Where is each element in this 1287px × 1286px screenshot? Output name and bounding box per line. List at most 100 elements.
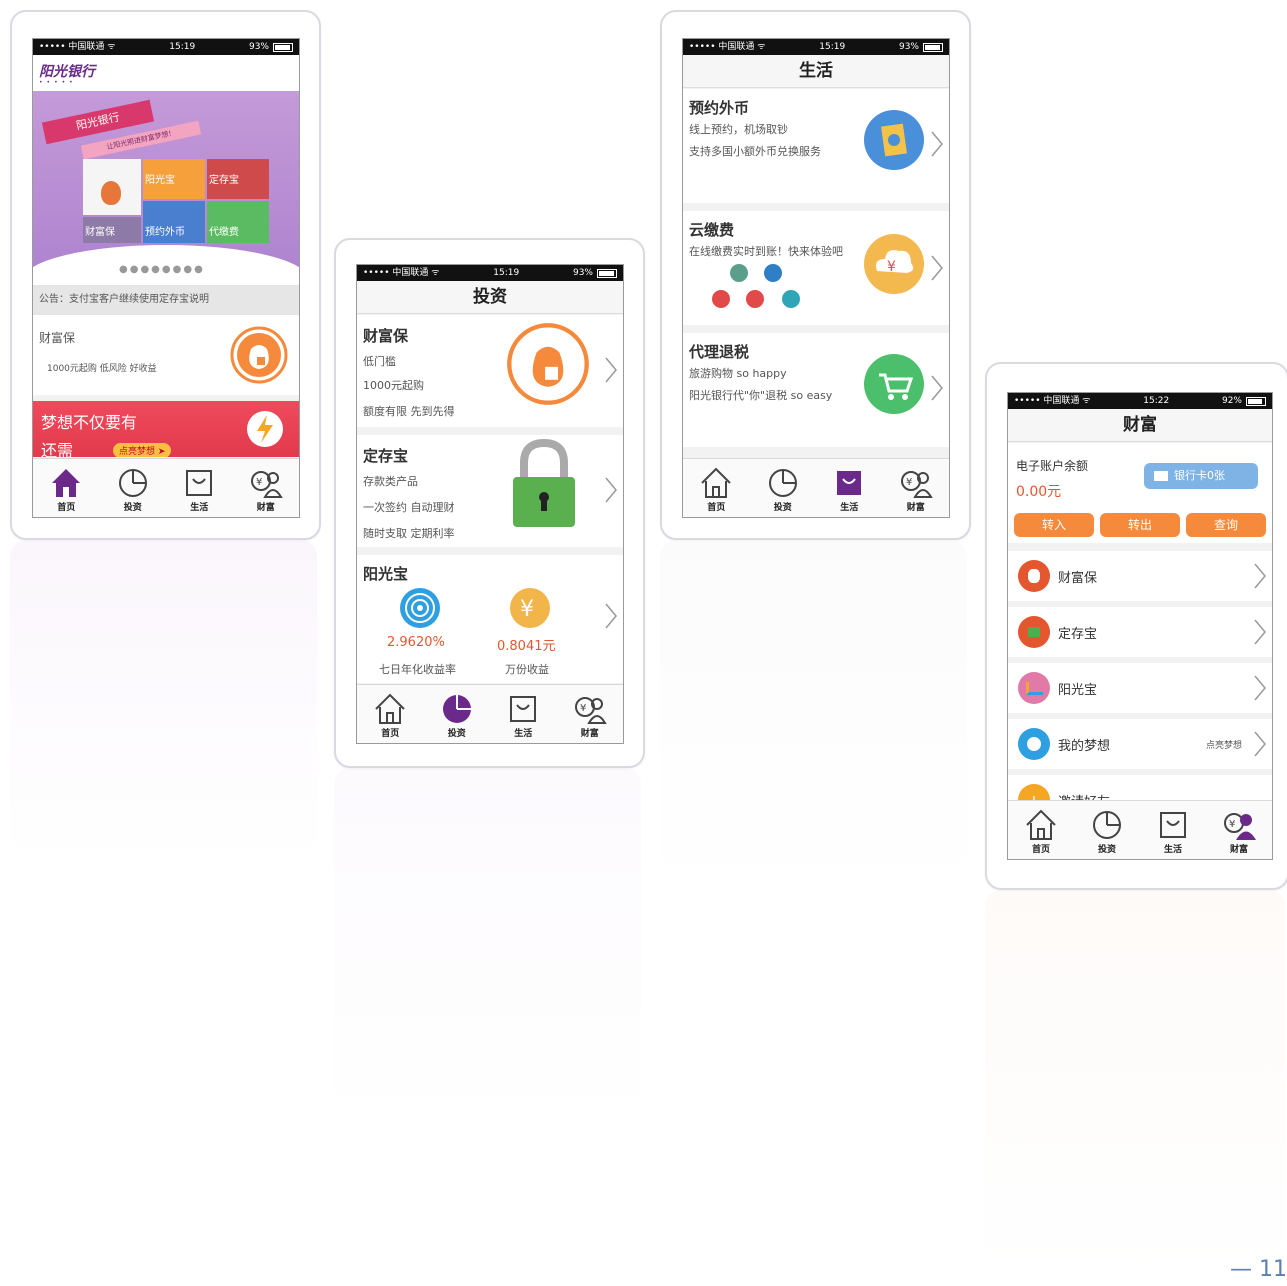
card-title: 定存宝 bbox=[363, 447, 409, 465]
svg-text:¥: ¥ bbox=[580, 703, 586, 714]
wealth-row-fortune[interactable]: 财富保 bbox=[1008, 551, 1272, 601]
tab-wealth[interactable]: ¥ 财富 bbox=[233, 459, 300, 517]
dream-text-2: 还需 bbox=[41, 441, 74, 457]
tab-label: 投资 bbox=[773, 503, 792, 513]
banner-page-dots[interactable]: ●●●●●●●● bbox=[119, 264, 205, 275]
page-title: 财富 bbox=[1008, 409, 1272, 442]
chevron-right-icon[interactable] bbox=[605, 357, 617, 383]
home-icon bbox=[52, 469, 81, 497]
dream-button[interactable]: 点亮梦想 ➤ bbox=[113, 443, 172, 457]
shopping-bag-icon bbox=[1160, 812, 1186, 838]
page-title: 生活 bbox=[683, 55, 949, 88]
tab-label: 投资 bbox=[1097, 845, 1116, 855]
tab-life[interactable]: 生活 bbox=[1140, 801, 1206, 859]
shopping-bag-icon bbox=[837, 471, 862, 495]
home-banner[interactable]: 阳光银行 让阳光照进财富梦想！ 阳光宝 定存宝 财富保 预约外币 代缴费 ●●●… bbox=[33, 91, 299, 285]
product-title: 财富保 bbox=[39, 331, 76, 345]
card-title: 阳光宝 bbox=[363, 565, 409, 583]
tab-life[interactable]: 生活 bbox=[490, 685, 557, 743]
chevron-right-icon[interactable] bbox=[931, 255, 943, 281]
tab-label: 首页 bbox=[707, 503, 726, 513]
home-screen: ••••• 中国联通 ᯤ 15:19 93% 阳光银行 ••••• 阳光银行 让… bbox=[32, 38, 300, 518]
wealth-row-dream[interactable]: 我的梦想 点亮梦想 bbox=[1008, 719, 1272, 769]
pie-chart-icon bbox=[118, 469, 147, 497]
tile-orange: 阳光宝 bbox=[143, 159, 205, 199]
home-icon bbox=[1026, 809, 1056, 840]
tab-invest[interactable]: 投资 bbox=[424, 685, 491, 743]
card-line: 低门槛 bbox=[363, 355, 396, 368]
tile-green: 代缴费 bbox=[207, 201, 269, 243]
rate-label: 七日年化收益率 bbox=[379, 663, 456, 676]
home-icon bbox=[375, 693, 405, 724]
product-card[interactable]: 财富保 1000元起购 低风险 好收益 bbox=[33, 315, 299, 395]
svg-text:¥: ¥ bbox=[520, 597, 534, 622]
tab-wealth[interactable]: ¥ 财富 bbox=[557, 685, 624, 743]
life-card-tax-refund[interactable]: 代理退税 旅游购物 so happy 阳光银行代"你"退税 so easy bbox=[683, 333, 949, 447]
phone-life: ••••• 中国联通 ᯤ 15:19 93% 生活 预约外币 线上预约，机场取钞… bbox=[660, 10, 971, 540]
time-label: 15:22 bbox=[1143, 396, 1170, 406]
earn-value: 0.8041元 bbox=[497, 639, 556, 654]
bank-card-label: 银行卡0张 bbox=[1174, 469, 1225, 482]
tab-label: 生活 bbox=[514, 729, 533, 739]
tab-label: 财富 bbox=[256, 503, 275, 513]
tab-label: 生活 bbox=[1163, 845, 1182, 855]
chevron-right-icon[interactable] bbox=[605, 477, 617, 503]
chevron-right-icon[interactable] bbox=[931, 375, 943, 401]
dream-banner[interactable]: 梦想不仅要有 还需 点亮梦想 ➤ bbox=[33, 401, 299, 457]
moneybag-icon bbox=[230, 326, 288, 384]
chevron-right-icon[interactable] bbox=[1254, 675, 1266, 701]
tab-home[interactable]: 首页 bbox=[1008, 801, 1074, 859]
battery-label: 92% bbox=[1221, 396, 1242, 406]
chevron-right-icon[interactable] bbox=[1254, 731, 1266, 757]
battery-area: 93% bbox=[249, 39, 293, 55]
chevron-right-icon[interactable] bbox=[1254, 619, 1266, 645]
query-button[interactable]: 查询 bbox=[1186, 513, 1266, 537]
home-header: 阳光银行 ••••• bbox=[33, 55, 299, 91]
tab-home[interactable]: 首页 bbox=[683, 459, 750, 517]
invest-card-deposit[interactable]: 定存宝 存款类产品 一次签约 自动理财 随时支取 定期利率 bbox=[357, 435, 623, 547]
battery-icon bbox=[1246, 396, 1266, 406]
tab-home[interactable]: 首页 bbox=[33, 459, 100, 517]
card-line: 存款类产品 bbox=[363, 475, 418, 488]
tab-label: 财富 bbox=[1229, 845, 1248, 855]
reflection-invest bbox=[334, 768, 641, 1128]
invest-card-fortune[interactable]: 财富保 低门槛 1000元起购 额度有限 先到先得 bbox=[357, 315, 623, 427]
tab-wealth[interactable]: ¥ 财富 bbox=[1206, 801, 1272, 859]
tab-invest[interactable]: 投资 bbox=[100, 459, 167, 517]
tab-life[interactable]: 生活 bbox=[166, 459, 233, 517]
chevron-right-icon[interactable] bbox=[605, 603, 617, 629]
battery-icon bbox=[923, 42, 943, 52]
target-icon bbox=[400, 588, 440, 628]
padlock-icon bbox=[513, 439, 575, 527]
time-label: 15:19 bbox=[819, 42, 846, 52]
tab-label: 首页 bbox=[57, 503, 76, 513]
chevron-right-icon[interactable] bbox=[1254, 563, 1266, 589]
notice-bar[interactable]: 公告：支付宝客户继续使用定存宝说明 bbox=[33, 285, 299, 315]
card-title: 云缴费 bbox=[689, 221, 735, 239]
wealth-row-deposit[interactable]: 定存宝 bbox=[1008, 607, 1272, 657]
reflection-wealth bbox=[985, 890, 1285, 1280]
tab-home[interactable]: 首页 bbox=[357, 685, 424, 743]
bank-card-button[interactable]: 银行卡0张 bbox=[1144, 463, 1258, 489]
row-label: 阳光宝 bbox=[1058, 682, 1098, 698]
tab-label: 生活 bbox=[840, 503, 859, 513]
tab-wealth[interactable]: ¥ 财富 bbox=[883, 459, 950, 517]
tab-invest[interactable]: 投资 bbox=[1074, 801, 1140, 859]
card-line: 额度有限 先到先得 bbox=[363, 405, 455, 418]
life-card-foreign-currency[interactable]: 预约外币 线上预约，机场取钞 支持多国小额外币兑换服务 bbox=[683, 89, 949, 203]
tab-life[interactable]: 生活 bbox=[816, 459, 883, 517]
card-title: 财富保 bbox=[363, 327, 409, 345]
reflection-life bbox=[660, 540, 967, 900]
transfer-in-button[interactable]: 转入 bbox=[1014, 513, 1094, 537]
invest-card-sunshine[interactable]: 阳光宝 ¥ 2.9620% 0.8041元 七日年化收益率 万份收益 bbox=[357, 555, 623, 683]
tab-label: 财富 bbox=[580, 729, 599, 739]
carrier-label: ••••• 中国联通 ᯤ bbox=[39, 42, 116, 52]
life-card-cloud-pay[interactable]: 云缴费 在线缴费实时到账！快来体验吧 ¥ bbox=[683, 211, 949, 325]
card-line: 在线缴费实时到账！快来体验吧 bbox=[689, 245, 843, 258]
tab-invest[interactable]: 投资 bbox=[750, 459, 817, 517]
chevron-right-icon[interactable] bbox=[931, 131, 943, 157]
wealth-row-sunshine[interactable]: 阳光宝 bbox=[1008, 663, 1272, 713]
battery-area: 93% bbox=[573, 265, 617, 281]
transfer-out-button[interactable]: 转出 bbox=[1100, 513, 1180, 537]
card-line: 线上预约，机场取钞 bbox=[689, 123, 788, 136]
